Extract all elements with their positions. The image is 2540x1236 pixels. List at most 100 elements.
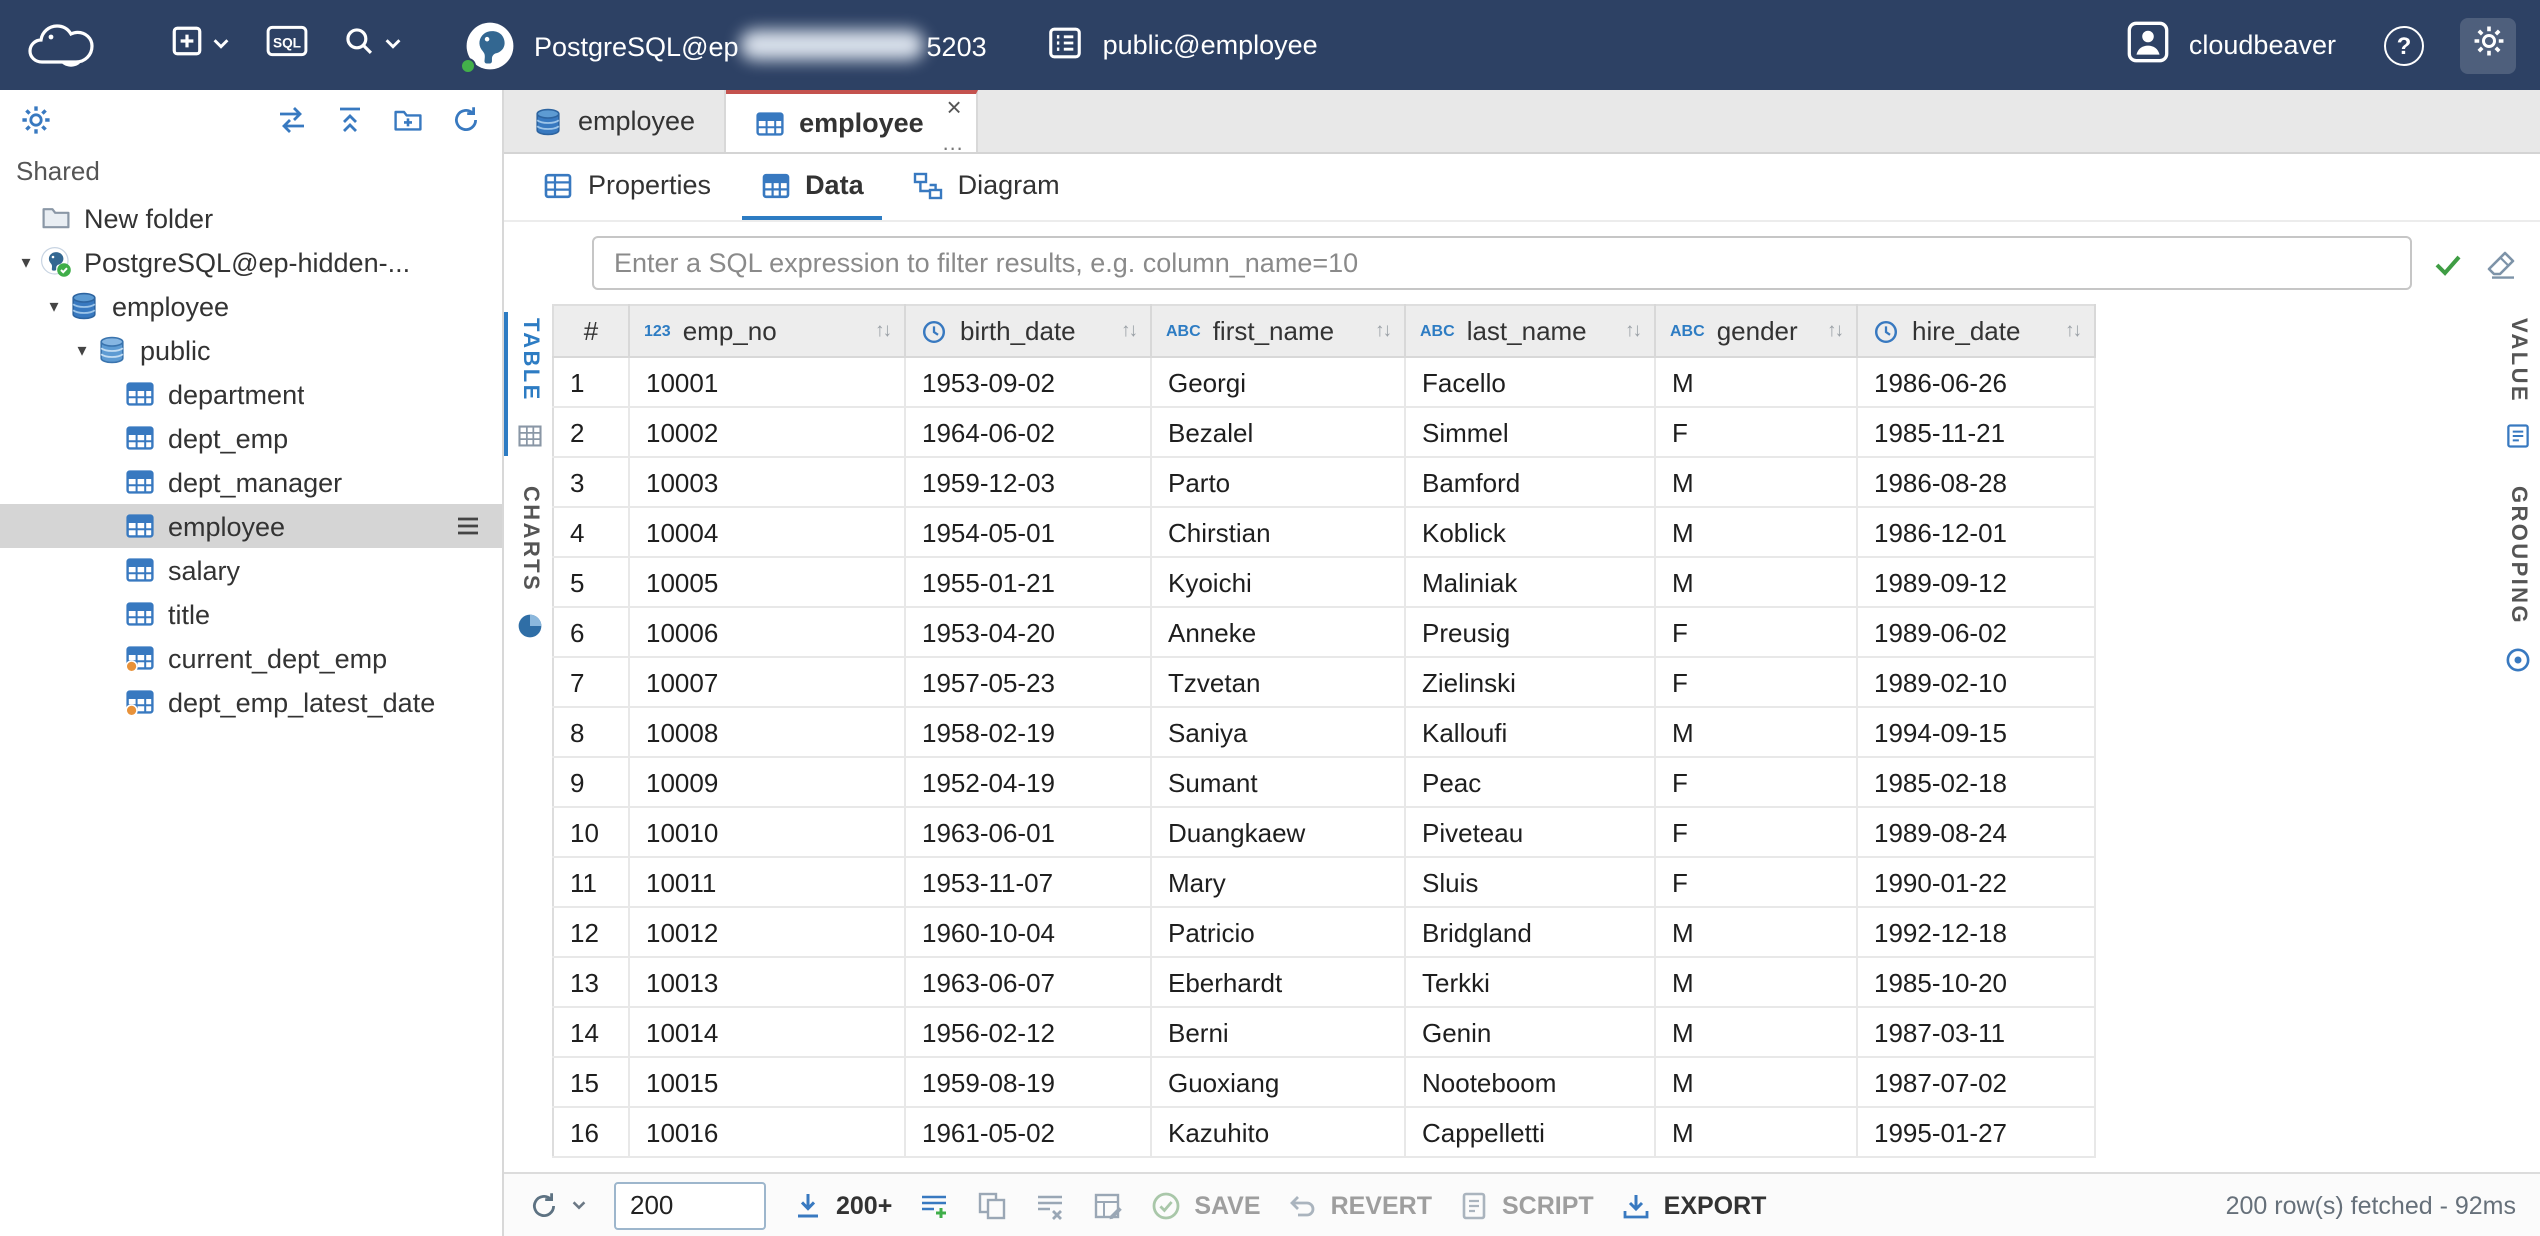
cell[interactable]: Facello <box>1405 357 1655 407</box>
cell[interactable]: M <box>1655 557 1857 607</box>
cell[interactable]: 10005 <box>629 557 905 607</box>
cell[interactable]: M <box>1655 957 1857 1007</box>
row-number[interactable]: 13 <box>553 957 629 1007</box>
cell[interactable]: Kazuhito <box>1151 1107 1405 1157</box>
user-menu[interactable]: cloudbeaver <box>2127 20 2336 70</box>
cell[interactable]: Bridgland <box>1405 907 1655 957</box>
cell[interactable]: 1956-02-12 <box>905 1007 1151 1057</box>
cell[interactable]: Patricio <box>1151 907 1405 957</box>
cell[interactable]: 10010 <box>629 807 905 857</box>
column-header-emp_no[interactable]: 123emp_no↑↓ <box>629 305 905 357</box>
cell[interactable]: 10011 <box>629 857 905 907</box>
cell[interactable]: 1959-12-03 <box>905 457 1151 507</box>
tab-overflow-icon[interactable]: … <box>942 132 964 156</box>
row-number[interactable]: 14 <box>553 1007 629 1057</box>
tree-item-dept_emp_latest_date[interactable]: dept_emp_latest_date <box>0 680 502 724</box>
script-button[interactable]: SCRIPT <box>1458 1189 1594 1221</box>
delete-row-button[interactable] <box>1034 1189 1066 1221</box>
editor-tab-employee[interactable]: employee <box>504 90 725 152</box>
row-number[interactable]: 7 <box>553 657 629 707</box>
sql-editor-button[interactable]: SQL <box>266 23 308 67</box>
cell[interactable]: Saniya <box>1151 707 1405 757</box>
tree-item-dept_manager[interactable]: dept_manager <box>0 460 502 504</box>
row-number[interactable]: 10 <box>553 807 629 857</box>
column-header-birth_date[interactable]: birth_date↑↓ <box>905 305 1151 357</box>
cell[interactable]: 1987-07-02 <box>1857 1057 2095 1107</box>
item-menu-icon[interactable] <box>454 512 482 540</box>
row-number[interactable]: 6 <box>553 607 629 657</box>
column-header-hire_date[interactable]: hire_date↑↓ <box>1857 305 2095 357</box>
editor-tab-employee[interactable]: employee×… <box>725 90 978 152</box>
sort-icon[interactable]: ↑↓ <box>1827 320 1842 342</box>
cell[interactable]: Eberhardt <box>1151 957 1405 1007</box>
sort-icon[interactable]: ↑↓ <box>1625 320 1640 342</box>
presentation-tab-charts[interactable]: CHARTS <box>504 480 552 646</box>
cell[interactable]: Anneke <box>1151 607 1405 657</box>
tree-item-new-folder[interactable]: New folder <box>0 196 502 240</box>
navigator-settings-button[interactable] <box>20 104 52 136</box>
presentation-tab-table[interactable]: TABLE <box>504 312 552 456</box>
cell[interactable]: Zielinski <box>1405 657 1655 707</box>
cell[interactable]: 1986-06-26 <box>1857 357 2095 407</box>
settings-button[interactable] <box>2460 17 2516 73</box>
cell[interactable]: 10015 <box>629 1057 905 1107</box>
cell[interactable]: Koblick <box>1405 507 1655 557</box>
cell[interactable]: 1960-10-04 <box>905 907 1151 957</box>
cell[interactable]: 10001 <box>629 357 905 407</box>
cell[interactable]: Chirstian <box>1151 507 1405 557</box>
subtab-data[interactable]: Data <box>741 154 882 220</box>
row-number[interactable]: 3 <box>553 457 629 507</box>
cell[interactable]: F <box>1655 757 1857 807</box>
presentation-tab-grouping[interactable]: GROUPING <box>2492 481 2540 680</box>
cell[interactable]: Mary <box>1151 857 1405 907</box>
expand-arrow-icon[interactable]: ▾ <box>12 251 40 273</box>
cell[interactable]: 10009 <box>629 757 905 807</box>
search-button[interactable] <box>342 23 404 67</box>
cell[interactable]: 1963-06-01 <box>905 807 1151 857</box>
cell[interactable]: Terkki <box>1405 957 1655 1007</box>
row-number[interactable]: 2 <box>553 407 629 457</box>
sort-icon[interactable]: ↑↓ <box>1375 320 1390 342</box>
cell[interactable]: Bezalel <box>1151 407 1405 457</box>
cell[interactable]: 1985-11-21 <box>1857 407 2095 457</box>
close-tab-icon[interactable]: × <box>946 94 961 122</box>
cell[interactable]: M <box>1655 457 1857 507</box>
presentation-tab-value[interactable]: VALUE <box>2492 312 2540 457</box>
cell[interactable]: Bamford <box>1405 457 1655 507</box>
tree-item-employee[interactable]: ▾employee <box>0 284 502 328</box>
tree-item-employee[interactable]: employee <box>0 504 502 548</box>
cell[interactable]: 10003 <box>629 457 905 507</box>
cell[interactable]: 1990-01-22 <box>1857 857 2095 907</box>
column-header-gender[interactable]: ABCgender↑↓ <box>1655 305 1857 357</box>
sort-icon[interactable]: ↑↓ <box>875 320 890 342</box>
tree-item-title[interactable]: title <box>0 592 502 636</box>
cell[interactable]: F <box>1655 657 1857 707</box>
cloudbeaver-logo-icon[interactable] <box>24 15 136 75</box>
cell[interactable]: 10004 <box>629 507 905 557</box>
filter-input[interactable] <box>592 236 2412 290</box>
cell[interactable]: 1957-05-23 <box>905 657 1151 707</box>
cell[interactable]: Maliniak <box>1405 557 1655 607</box>
row-number[interactable]: 16 <box>553 1107 629 1157</box>
cell[interactable]: 1963-06-07 <box>905 957 1151 1007</box>
row-number[interactable]: 11 <box>553 857 629 907</box>
cell[interactable]: Parto <box>1151 457 1405 507</box>
tree-item-current_dept_emp[interactable]: current_dept_emp <box>0 636 502 680</box>
link-with-editor-icon[interactable] <box>276 104 308 136</box>
apply-filter-check-icon[interactable] <box>2430 245 2466 281</box>
cell[interactable]: M <box>1655 357 1857 407</box>
row-number[interactable]: 1 <box>553 357 629 407</box>
add-row-button[interactable] <box>918 1189 950 1221</box>
revert-button[interactable]: REVERT <box>1287 1189 1432 1221</box>
cell[interactable]: M <box>1655 1107 1857 1157</box>
cell[interactable]: Kyoichi <box>1151 557 1405 607</box>
cell[interactable]: 1986-08-28 <box>1857 457 2095 507</box>
new-object-button[interactable] <box>170 23 232 67</box>
sort-icon[interactable]: ↑↓ <box>2065 320 2080 342</box>
cell[interactable]: 1955-01-21 <box>905 557 1151 607</box>
fetch-more-button[interactable]: 200+ <box>792 1189 892 1221</box>
row-number[interactable]: 15 <box>553 1057 629 1107</box>
cell[interactable]: F <box>1655 407 1857 457</box>
row-number[interactable]: 8 <box>553 707 629 757</box>
row-number[interactable]: 12 <box>553 907 629 957</box>
